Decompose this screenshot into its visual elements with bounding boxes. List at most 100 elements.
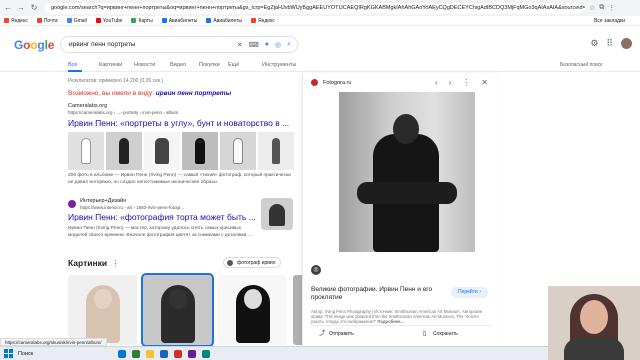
result-thumbnail[interactable] bbox=[258, 132, 294, 170]
visit-button[interactable]: Перейти › bbox=[451, 287, 488, 298]
bookmark[interactable]: Карты bbox=[131, 18, 153, 24]
search-icon[interactable]: ⌕ bbox=[287, 41, 291, 49]
bookmark[interactable]: Почта bbox=[36, 18, 58, 24]
result-url[interactable]: https://www.interior.ru › art › 1683-irv… bbox=[80, 205, 184, 210]
webcam-overlay bbox=[548, 286, 640, 360]
microphone-icon[interactable]: ● bbox=[265, 41, 269, 48]
result-thumbnail[interactable] bbox=[106, 132, 142, 170]
taskbar-app-icon[interactable] bbox=[118, 349, 126, 358]
image-result[interactable] bbox=[68, 275, 137, 345]
bookmark[interactable]: Авиабилеты bbox=[161, 18, 197, 24]
search-input[interactable]: ирвинг пенн портреты bbox=[69, 41, 237, 48]
preview-description: Автор: Irving Penn Photography | Источни… bbox=[311, 309, 483, 325]
lens-search-icon[interactable]: ◎ bbox=[311, 265, 321, 275]
address-bar[interactable]: google.com/search?q=ирвинг+пенн+портреты… bbox=[45, 2, 585, 14]
preview-source[interactable]: Fotogora.ru bbox=[311, 79, 351, 86]
search-box[interactable]: ирвинг пенн портреты ✕ ⌨ ● ◎ ⌕ bbox=[60, 36, 298, 53]
suggested-query-link[interactable]: ирвин пенн портреты bbox=[156, 90, 231, 97]
taskbar-app-icon[interactable] bbox=[174, 349, 182, 358]
result-snippet: Ирвин Пенн (Irving Penn) — мастер, котор… bbox=[68, 226, 253, 238]
tab-tools[interactable]: Инструменты bbox=[262, 62, 296, 68]
apps-icon[interactable]: ⠿ bbox=[606, 38, 613, 49]
more-options-icon[interactable]: ⋮ bbox=[462, 78, 470, 87]
bookmarks-bar: Яндекс Почта Gmail YouTube Карты Авиабил… bbox=[0, 16, 640, 26]
safesearch-link[interactable]: Безопасный поиск bbox=[560, 62, 602, 68]
windows-start-icon[interactable] bbox=[4, 349, 13, 358]
reload-icon[interactable]: ↻ bbox=[29, 3, 39, 13]
bookmark[interactable]: Яндекс bbox=[250, 18, 275, 24]
result-stats: Результатов: примерно 14 200 (0,26 сек.) bbox=[68, 78, 164, 84]
menu-icon[interactable]: ⋮ bbox=[608, 4, 615, 12]
next-icon[interactable]: › bbox=[449, 78, 452, 87]
lens-icon[interactable]: ◎ bbox=[275, 41, 281, 49]
result-thumbnail[interactable] bbox=[261, 198, 293, 230]
search-tabs: Все Картинки Новости Видео Покупки Ещё И… bbox=[0, 60, 640, 72]
bookmark[interactable]: Авиабилеты bbox=[206, 18, 242, 24]
active-tab-indicator bbox=[68, 70, 82, 72]
bookmark-icon bbox=[36, 18, 42, 23]
filter-chip[interactable]: фотограф ирвин bbox=[223, 257, 282, 268]
bookmark-icon: ▯ bbox=[423, 331, 427, 337]
save-button[interactable]: ▯ Сохранить bbox=[415, 329, 458, 340]
header-actions: ⚙ ⠿ bbox=[582, 38, 632, 49]
share-icon: ⤴ bbox=[319, 331, 326, 337]
taskbar-app-icon[interactable] bbox=[146, 349, 154, 358]
star-icon[interactable]: ☆ bbox=[589, 4, 595, 12]
preview-image[interactable] bbox=[339, 92, 475, 252]
bookmark-icon bbox=[4, 18, 9, 23]
browser-toolbar: ← → ↻ google.com/search?q=ирвинг+пенн+по… bbox=[0, 0, 640, 16]
close-icon[interactable]: ✕ bbox=[481, 78, 488, 87]
did-you-mean: Возможно, вы имели в виду: ирвин пенн по… bbox=[68, 90, 232, 97]
clear-icon[interactable]: ✕ bbox=[237, 41, 243, 49]
taskbar-app-icon[interactable] bbox=[202, 349, 210, 358]
site-favicon bbox=[68, 200, 76, 208]
taskbar-search[interactable]: Поиск bbox=[18, 351, 108, 357]
settings-icon[interactable]: ⚙ bbox=[590, 38, 598, 49]
bookmark[interactable]: Яндекс bbox=[4, 18, 28, 24]
screen: ← → ↻ google.com/search?q=ирвинг+пенн+по… bbox=[0, 0, 640, 360]
bookmark-icon bbox=[131, 18, 137, 23]
tab-video[interactable]: Видео bbox=[170, 62, 186, 68]
result-thumbnail[interactable] bbox=[182, 132, 218, 170]
keyboard-icon[interactable]: ⌨ bbox=[249, 41, 259, 49]
forward-icon[interactable]: → bbox=[16, 3, 26, 13]
taskbar-apps bbox=[118, 349, 216, 358]
tab-news[interactable]: Новости bbox=[134, 62, 155, 68]
images-heading: Картинки ⋮ bbox=[68, 258, 120, 268]
tab-shopping[interactable]: Покупки bbox=[199, 62, 220, 68]
tab-images[interactable]: Картинки bbox=[99, 62, 122, 68]
result-thumbnail[interactable] bbox=[220, 132, 256, 170]
link-status-tooltip: https://cameralabs.org/skusnik/irvin-pen… bbox=[0, 338, 107, 346]
bookmark[interactable]: YouTube bbox=[95, 18, 122, 24]
divider bbox=[311, 325, 491, 326]
result-title-link[interactable]: Ирвин Пенн: «фотография торта может быть… bbox=[68, 212, 256, 222]
tab-all[interactable]: Все bbox=[68, 62, 77, 68]
bookmark[interactable]: Gmail bbox=[66, 18, 87, 24]
all-bookmarks[interactable]: Все закладки bbox=[594, 18, 625, 24]
taskbar-app-icon[interactable] bbox=[160, 349, 168, 358]
image-preview-panel: Fotogora.ru ‹ › ⋮ ✕ ◎ Великие фотографии… bbox=[302, 73, 498, 350]
back-icon[interactable]: ← bbox=[3, 3, 13, 13]
windows-taskbar: Поиск bbox=[0, 346, 548, 360]
result-thumbnail[interactable] bbox=[68, 132, 104, 170]
image-result-selected[interactable] bbox=[141, 273, 214, 347]
avatar[interactable] bbox=[621, 38, 632, 49]
result-thumbnail[interactable] bbox=[144, 132, 180, 170]
taskbar-app-icon[interactable] bbox=[188, 349, 196, 358]
image-result[interactable] bbox=[218, 275, 287, 345]
result-snippet: 206 фото в альбоме — Ирвин Пенн (Irving … bbox=[68, 173, 291, 185]
google-logo[interactable]: Google bbox=[14, 38, 54, 52]
bookmark-icon bbox=[206, 18, 212, 23]
result-url[interactable]: https://cameralabs.org › ...› portrety ›… bbox=[68, 110, 178, 115]
result-title-link[interactable]: Ирвин Пенн: «портреты в углу», бунт и но… bbox=[68, 118, 289, 128]
extensions-icon[interactable]: ⧉ bbox=[599, 4, 604, 12]
details-link[interactable]: Подробнее... bbox=[377, 319, 404, 324]
bookmark-icon bbox=[95, 18, 101, 23]
tab-more[interactable]: Ещё bbox=[228, 62, 239, 68]
previous-icon[interactable]: ‹ bbox=[435, 78, 438, 87]
preview-title[interactable]: Великие фотографии. Ирвин Пенн и его про… bbox=[311, 286, 446, 302]
more-icon[interactable]: ⋮ bbox=[111, 258, 120, 268]
taskbar-app-icon[interactable] bbox=[132, 349, 140, 358]
bookmark-icon bbox=[161, 18, 167, 23]
share-button[interactable]: ⤴ Отправить bbox=[311, 329, 354, 340]
